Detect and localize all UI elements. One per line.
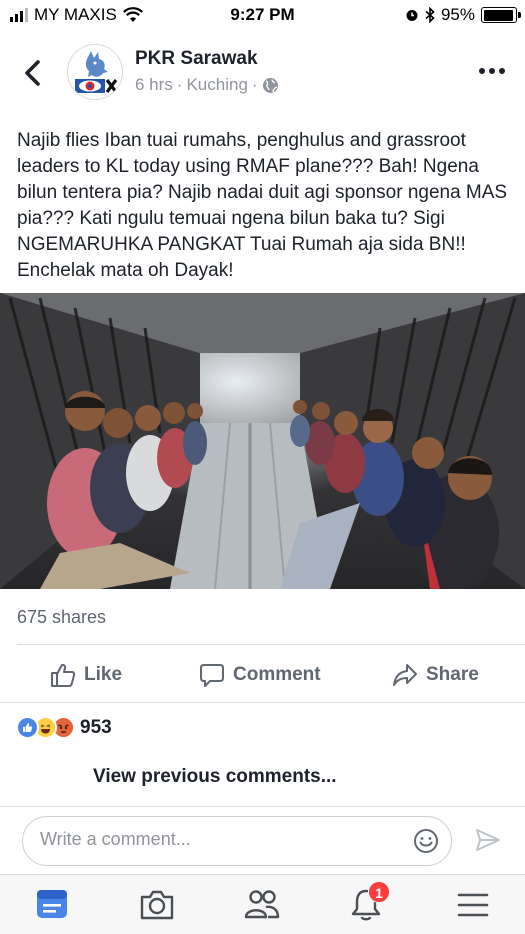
comment-input[interactable] <box>40 829 400 850</box>
reaction-count: 953 <box>80 716 112 738</box>
photo-airplane-cabin-icon <box>0 293 525 589</box>
party-logo-icon <box>68 45 122 99</box>
share-count[interactable]: 675 shares <box>17 607 106 628</box>
status-right: 95% <box>405 5 521 25</box>
status-bar: MY MAXIS 9:27 PM 95% <box>0 0 525 30</box>
post-time[interactable]: 6 hrs <box>135 75 173 95</box>
notification-badge: 1 <box>368 881 390 903</box>
notifications-tab[interactable]: 1 <box>346 881 390 925</box>
comment-button[interactable]: Comment <box>199 652 321 698</box>
share-label: Share <box>426 664 479 685</box>
meta-separator: · <box>176 75 183 94</box>
bottom-tab-bar: 1 <box>0 874 525 934</box>
battery-percent: 95% <box>440 5 475 24</box>
more-options-icon[interactable] <box>479 68 505 74</box>
camera-icon[interactable] <box>137 885 177 925</box>
post-meta: 6 hrs · Kuching · <box>135 75 279 95</box>
divider <box>0 702 525 703</box>
post-location[interactable]: Kuching <box>186 75 247 95</box>
globe-icon <box>262 77 278 93</box>
friends-icon[interactable] <box>242 885 282 925</box>
send-icon[interactable] <box>474 826 502 854</box>
alarm-icon <box>406 10 418 21</box>
view-previous-comments-link[interactable]: View previous comments... <box>93 766 337 788</box>
reaction-summary[interactable]: 953 <box>16 716 112 739</box>
meta-separator-2: · <box>251 75 258 94</box>
comment-bubble-icon <box>200 664 224 687</box>
divider <box>17 644 525 645</box>
post-header: PKR Sarawak 6 hrs · Kuching · <box>0 44 525 104</box>
like-button[interactable]: Like <box>50 652 122 698</box>
post-actions: Like Comment Share <box>0 652 525 698</box>
comment-label: Comment <box>233 664 321 685</box>
post-text: Najib flies Iban tuai rumahs, penghulus … <box>17 130 508 281</box>
page-name[interactable]: PKR Sarawak <box>135 48 258 70</box>
emoji-icon[interactable] <box>413 828 439 854</box>
battery-icon <box>481 7 521 23</box>
like-icon <box>16 716 39 739</box>
back-chevron-icon[interactable] <box>20 58 48 88</box>
page-avatar[interactable] <box>67 44 123 100</box>
menu-icon[interactable] <box>453 885 493 925</box>
divider <box>0 806 525 807</box>
news-feed-icon[interactable] <box>32 885 72 925</box>
like-label: Like <box>84 664 123 685</box>
comment-composer <box>22 816 452 866</box>
share-button[interactable]: Share <box>392 652 479 698</box>
bluetooth-icon <box>425 7 435 23</box>
post-photo[interactable] <box>0 293 525 589</box>
share-arrow-icon <box>393 664 417 686</box>
thumbs-up-icon <box>51 663 76 687</box>
